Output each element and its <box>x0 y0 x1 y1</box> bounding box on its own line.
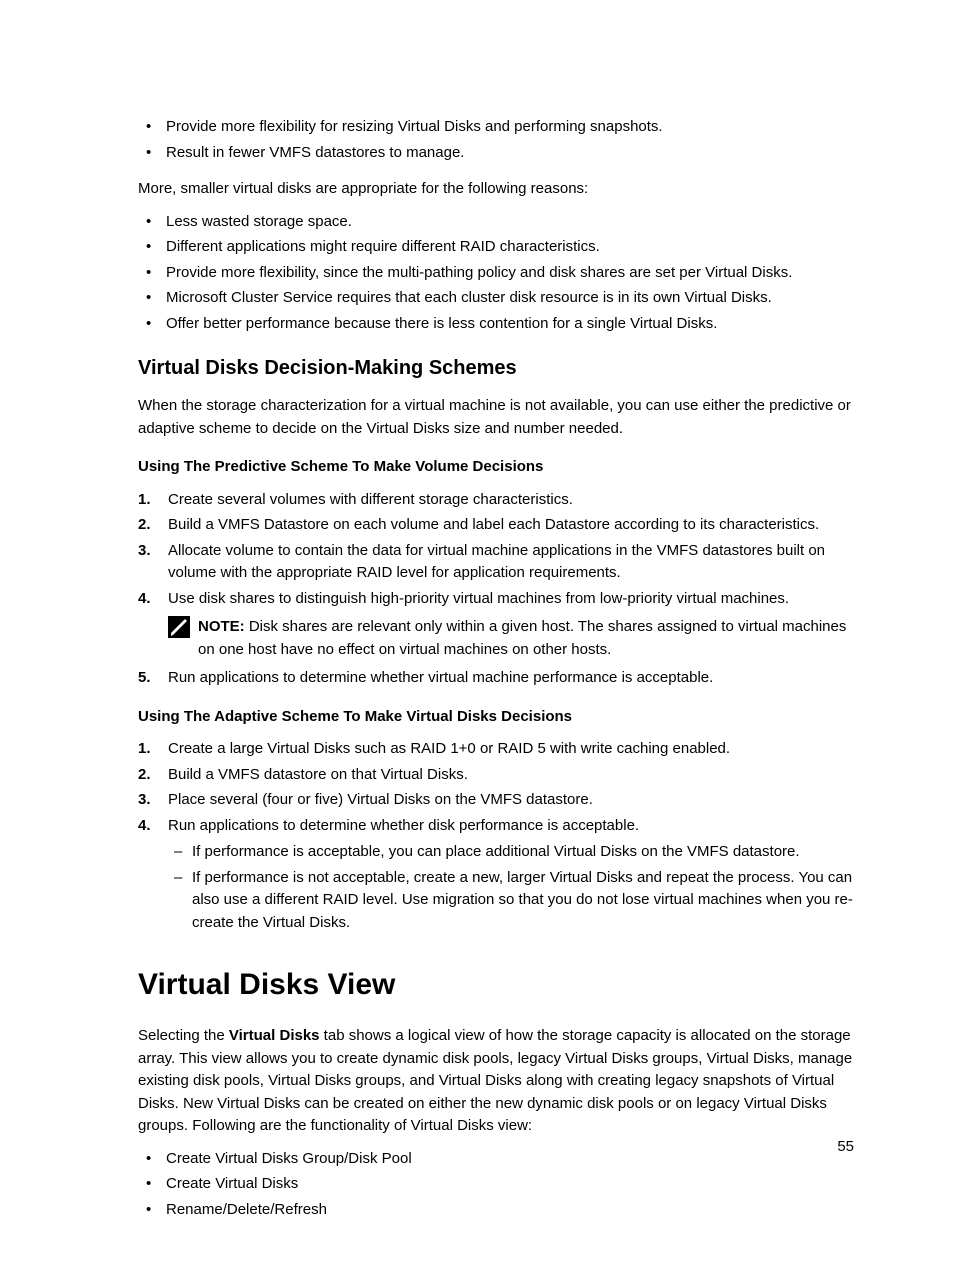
chapter-heading: Virtual Disks View <box>138 962 854 1007</box>
document-page: Provide more flexibility for resizing Vi… <box>0 0 954 1268</box>
list-item: Run applications to determine whether vi… <box>138 667 854 690</box>
list-item: Build a VMFS Datastore on each volume an… <box>138 514 854 537</box>
list-item: Create a large Virtual Disks such as RAI… <box>138 738 854 761</box>
step-text: Use disk shares to distinguish high-prio… <box>168 590 789 607</box>
section-heading: Virtual Disks Decision-Making Schemes <box>138 353 854 383</box>
list-item: Less wasted storage space. <box>138 211 854 234</box>
bullet-list: Create Virtual Disks Group/Disk Pool Cre… <box>138 1148 854 1222</box>
list-item: Allocate volume to contain the data for … <box>138 540 854 585</box>
body-text: When the storage characterization for a … <box>138 395 854 440</box>
note-text: NOTE: Disk shares are relevant only with… <box>198 616 854 661</box>
list-item: Place several (four or five) Virtual Dis… <box>138 789 854 812</box>
note-body: Disk shares are relevant only within a g… <box>198 618 846 658</box>
list-item: Use disk shares to distinguish high-prio… <box>138 588 854 662</box>
note-label: NOTE: <box>198 618 245 635</box>
ordered-list: Create a large Virtual Disks such as RAI… <box>138 738 854 934</box>
list-item: Provide more flexibility for resizing Vi… <box>138 116 854 139</box>
note-block: NOTE: Disk shares are relevant only with… <box>168 616 854 661</box>
subsection-heading: Using The Predictive Scheme To Make Volu… <box>138 456 854 479</box>
page-number: 55 <box>837 1136 854 1159</box>
list-item: If performance is not acceptable, create… <box>168 867 854 935</box>
list-item: If performance is acceptable, you can pl… <box>168 841 854 864</box>
list-item: Create Virtual Disks Group/Disk Pool <box>138 1148 854 1171</box>
list-item: Run applications to determine whether di… <box>138 815 854 935</box>
list-item: Result in fewer VMFS datastores to manag… <box>138 142 854 165</box>
step-text: Run applications to determine whether di… <box>168 817 639 834</box>
list-item: Provide more flexibility, since the mult… <box>138 262 854 285</box>
ordered-list: Create several volumes with different st… <box>138 489 854 690</box>
body-text: More, smaller virtual disks are appropri… <box>138 178 854 201</box>
text-segment: Selecting the <box>138 1027 229 1044</box>
list-item: Different applications might require dif… <box>138 236 854 259</box>
bold-term: Virtual Disks <box>229 1027 320 1044</box>
list-item: Create Virtual Disks <box>138 1173 854 1196</box>
body-text: Selecting the Virtual Disks tab shows a … <box>138 1025 854 1138</box>
list-item: Build a VMFS datastore on that Virtual D… <box>138 764 854 787</box>
note-icon <box>168 616 190 661</box>
list-item: Create several volumes with different st… <box>138 489 854 512</box>
list-item: Offer better performance because there i… <box>138 313 854 336</box>
bullet-list: Less wasted storage space. Different app… <box>138 211 854 336</box>
list-item: Rename/Delete/Refresh <box>138 1199 854 1222</box>
list-item: Microsoft Cluster Service requires that … <box>138 287 854 310</box>
subsection-heading: Using The Adaptive Scheme To Make Virtua… <box>138 706 854 729</box>
dashed-list: If performance is acceptable, you can pl… <box>168 841 854 934</box>
bullet-list: Provide more flexibility for resizing Vi… <box>138 116 854 164</box>
